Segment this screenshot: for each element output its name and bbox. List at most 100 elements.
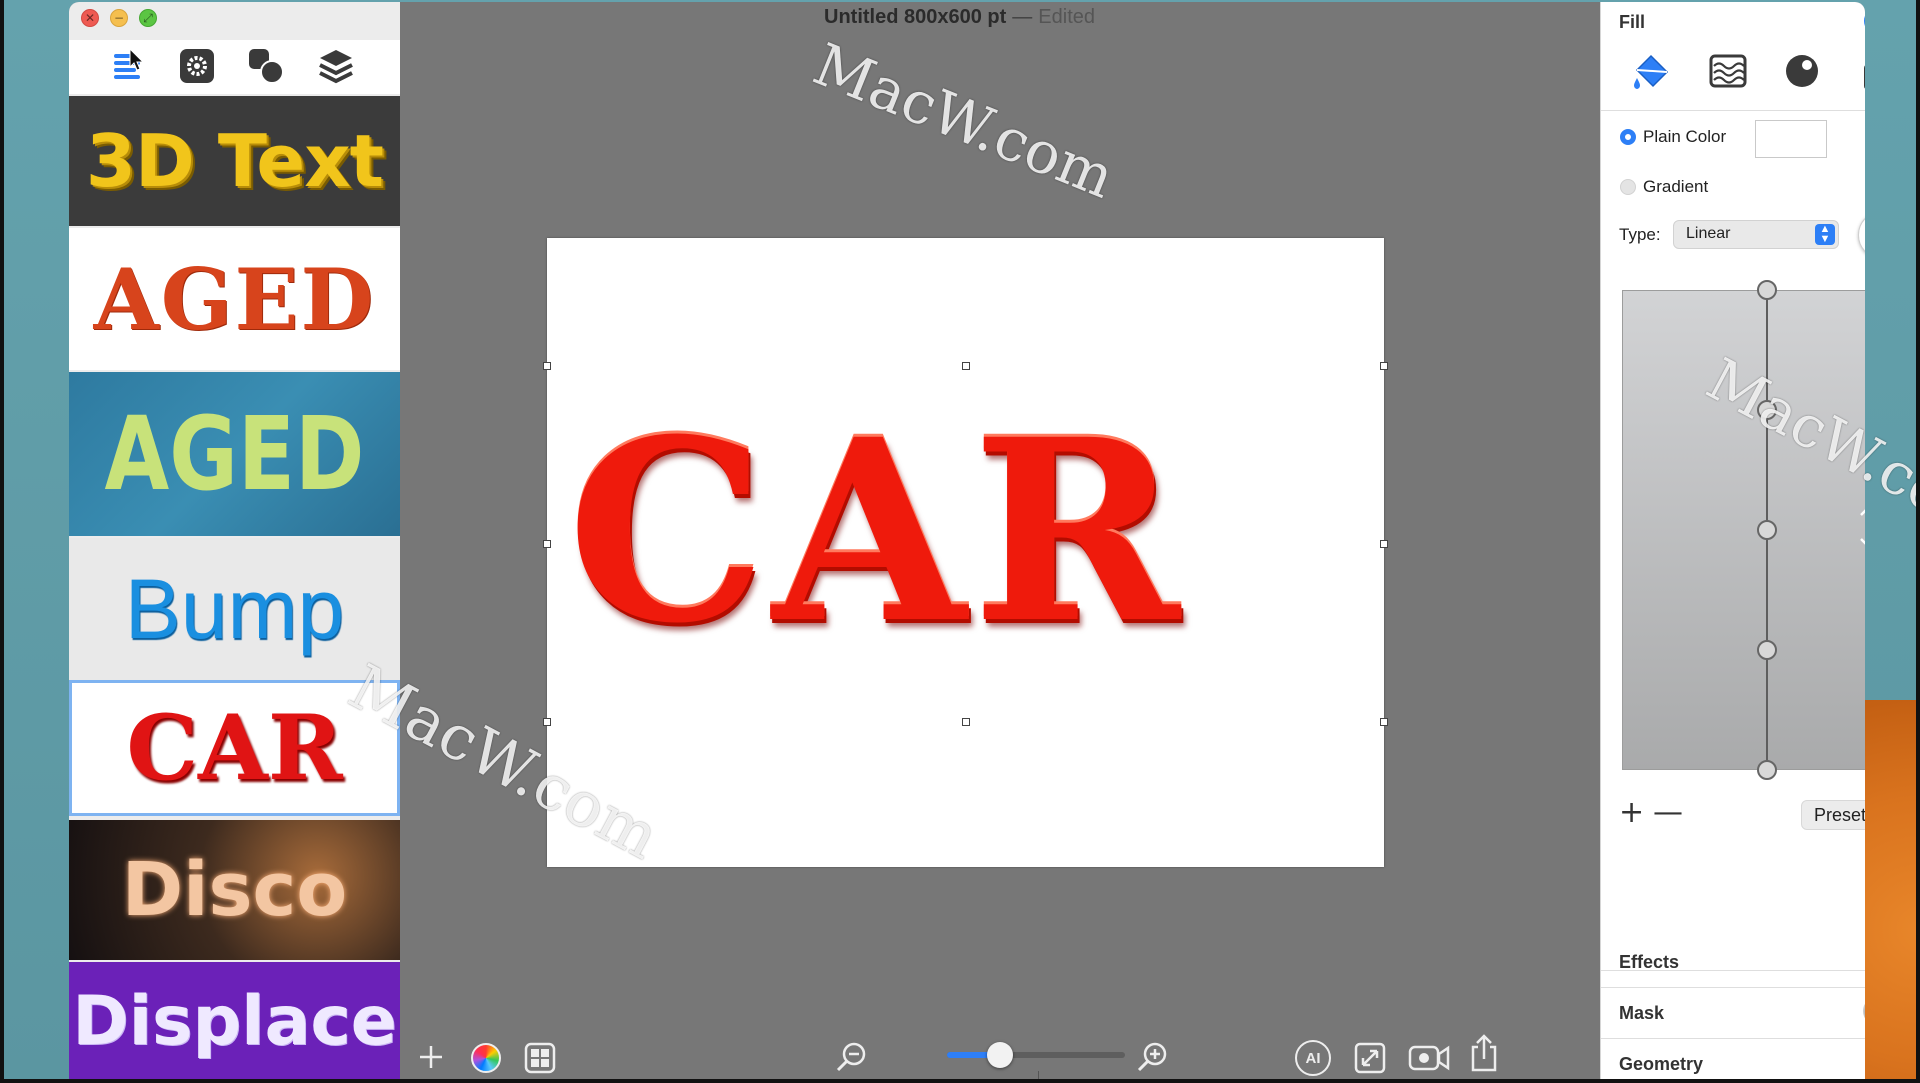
grid-icon (524, 1042, 556, 1074)
geometry-section[interactable]: Geometry (1619, 1054, 1703, 1075)
mask-section[interactable]: Mask (1619, 1003, 1664, 1024)
close-icon: ✕ (84, 11, 96, 25)
fill-type-tabs (1627, 46, 1865, 96)
remove-stop-symbol: — (1653, 795, 1683, 830)
paint-bucket-icon (1634, 54, 1669, 89)
add-stop-button[interactable]: + (1619, 798, 1644, 828)
fill-tab-texture[interactable] (1703, 46, 1753, 96)
frame-border (0, 0, 4, 1083)
gradient-stop[interactable] (1757, 400, 1777, 420)
preset-car-selected[interactable]: CAR (69, 680, 400, 816)
plain-color-swatch[interactable] (1755, 120, 1827, 158)
preset-bump[interactable]: Bump (69, 538, 400, 680)
ai-icon: AI (1295, 1040, 1331, 1076)
gradient-angle-dial[interactable] (1858, 211, 1865, 259)
layout-grid-button[interactable] (523, 1041, 557, 1075)
fill-tab-color[interactable] (1627, 46, 1677, 96)
fullscreen-icon: ⤢ (143, 11, 153, 25)
gradient-type-value: Linear (1686, 225, 1731, 242)
sphere-icon (1786, 55, 1818, 87)
preset-disco[interactable]: Disco (69, 820, 400, 960)
preset-label: AGED (104, 394, 365, 514)
gradient-radio[interactable] (1620, 179, 1636, 195)
minimize-window-button[interactable]: − (110, 9, 128, 27)
resize-icon (1354, 1042, 1386, 1074)
zoom-slider-tick (1038, 1071, 1039, 1079)
resize-handle-right[interactable] (1380, 540, 1388, 548)
color-picker-button[interactable] (469, 1041, 503, 1075)
preset-label: Disco (121, 847, 348, 933)
gradient-stop[interactable] (1757, 520, 1777, 540)
record-video-button[interactable] (1407, 1040, 1451, 1076)
add-stop-symbol: + (1619, 795, 1645, 830)
preset-aged-blue[interactable]: AGED (69, 372, 400, 536)
preset-label: AGED (93, 249, 376, 349)
gradient-stop[interactable] (1757, 760, 1777, 780)
preset-button-label: Preset (1814, 805, 1865, 825)
gear-icon[interactable] (177, 46, 217, 86)
resize-handle-bottom[interactable] (962, 718, 970, 726)
share-icon (1471, 1034, 1497, 1072)
color-wheel-icon (471, 1043, 501, 1073)
resize-handle-left[interactable] (543, 540, 551, 548)
preset-label: Displace (72, 981, 397, 1061)
add-layer-button[interactable] (416, 1042, 446, 1072)
divider (1601, 987, 1865, 988)
vertical-arrows-icon[interactable] (1856, 502, 1865, 557)
type-label: Type: (1619, 225, 1661, 244)
preset-label: CAR (126, 695, 343, 801)
document-canvas[interactable]: CAR (547, 238, 1384, 867)
zoom-in-icon (1137, 1042, 1167, 1072)
spray-icon (1864, 65, 1865, 89)
texture-icon (1709, 54, 1747, 88)
share-button[interactable] (1466, 1032, 1502, 1074)
gradient-stop[interactable] (1757, 640, 1777, 660)
zoom-slider[interactable] (947, 1042, 1125, 1068)
fill-tab-spray[interactable] (1851, 46, 1865, 96)
plain-color-radio[interactable] (1620, 129, 1636, 145)
gradient-type-select[interactable]: Linear ▲ ▼ (1673, 220, 1839, 249)
gradient-editor[interactable] (1622, 290, 1865, 770)
zoom-slider-knob[interactable] (987, 1042, 1013, 1068)
resize-handle-br[interactable] (1380, 718, 1388, 726)
resize-canvas-button[interactable] (1352, 1040, 1388, 1076)
inspector-panel: Fill Plain Color Gradient Type: Linear ▲… (1600, 2, 1865, 1080)
divider (1601, 1038, 1865, 1039)
close-window-button[interactable]: ✕ (81, 9, 99, 27)
resize-handle-tl[interactable] (543, 362, 551, 370)
zoom-out-button[interactable] (833, 1039, 869, 1075)
zoom-window-button[interactable]: ⤢ (139, 9, 157, 27)
fill-tab-shading[interactable] (1777, 46, 1827, 96)
mask-toggle[interactable] (1863, 997, 1865, 1025)
frame-border (1916, 0, 1920, 1083)
zoom-in-button[interactable] (1134, 1039, 1170, 1075)
window-title: Untitled 800x600 pt — Edited (824, 6, 1095, 29)
layers-icon[interactable] (316, 46, 356, 86)
document-name: Untitled 800x600 pt (824, 6, 1007, 28)
ai-button[interactable]: AI (1294, 1039, 1332, 1077)
resize-handle-tr[interactable] (1380, 362, 1388, 370)
remove-stop-button[interactable]: — (1653, 798, 1683, 828)
app-window: ✕ − ⤢ 3D Text AGED AGED Bump CAR Disco D… (69, 2, 1865, 1080)
sidebar-toolbar (69, 40, 400, 94)
preset-3d-text[interactable]: 3D Text (69, 96, 400, 226)
gradient-stop[interactable] (1757, 280, 1777, 300)
effects-section[interactable]: Effects (1619, 952, 1679, 973)
zoom-out-icon (836, 1042, 866, 1072)
video-icon (1408, 1045, 1450, 1071)
divider (1601, 110, 1865, 111)
fill-toggle[interactable] (1864, 7, 1865, 35)
resize-handle-top[interactable] (962, 362, 970, 370)
mouse-cursor-icon (129, 47, 145, 77)
minimize-icon: − (113, 11, 125, 25)
title-separator: — (1012, 6, 1033, 28)
resize-handle-bl[interactable] (543, 718, 551, 726)
plus-icon (420, 1046, 442, 1068)
preset-displace[interactable]: Displace (69, 962, 400, 1080)
preset-aged-red[interactable]: AGED (69, 228, 400, 370)
frame-border (0, 1079, 1920, 1083)
gradient-preset-button[interactable]: Preset› (1801, 800, 1865, 830)
plain-color-label: Plain Color (1643, 127, 1727, 146)
shapes-icon[interactable] (246, 46, 286, 86)
canvas-text-layer[interactable]: CAR (547, 406, 1384, 656)
